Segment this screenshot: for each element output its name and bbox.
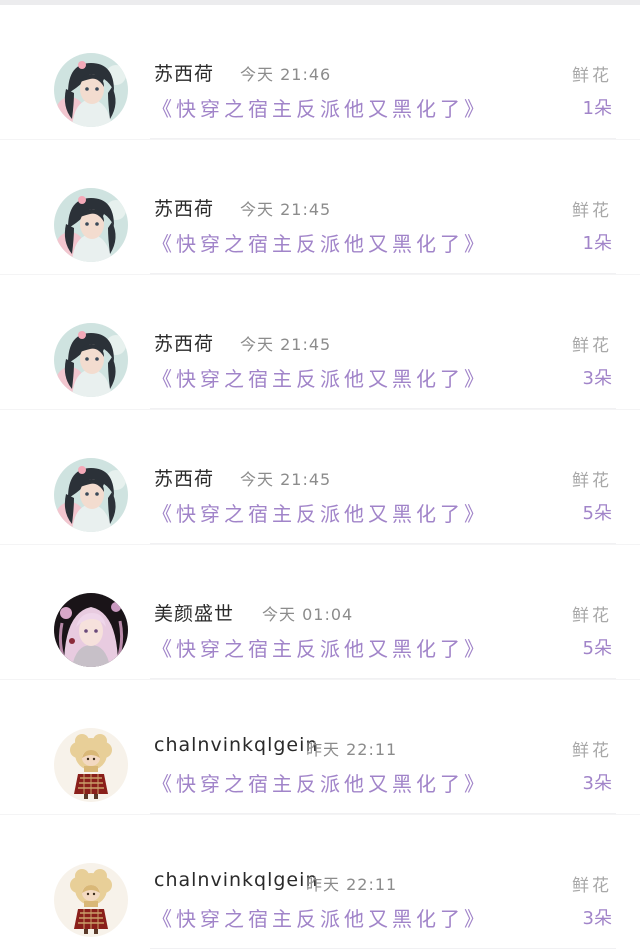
anime-girl-dark-hair-avatar-icon (54, 458, 128, 532)
book-title[interactable]: 《快穿之宿主反派他又黑化了》 (152, 228, 488, 257)
book-title[interactable]: 《快穿之宿主反派他又黑化了》 (152, 768, 488, 797)
gift-record-row[interactable]: 苏西荷 今天 21:45 《快穿之宿主反派他又黑化了》 鲜花 5朵 (0, 410, 640, 544)
timestamp: 今天 01:04 (262, 605, 354, 624)
curly-hair-girl-avatar-icon (54, 863, 128, 937)
user-avatar[interactable] (54, 458, 128, 532)
book-title[interactable]: 《快穿之宿主反派他又黑化了》 (152, 498, 488, 527)
book-title[interactable]: 《快穿之宿主反派他又黑化了》 (152, 363, 488, 392)
gift-count: 3朵 (582, 368, 612, 389)
book-title[interactable]: 《快穿之宿主反派他又黑化了》 (152, 903, 488, 932)
gift-type-label: 鲜花 (572, 876, 612, 896)
username[interactable]: chalnvinkqlgein (154, 869, 318, 891)
curly-hair-girl-avatar-icon (54, 728, 128, 802)
anime-girl-pink-hair-avatar-icon (54, 593, 128, 667)
username[interactable]: 苏西荷 (154, 59, 214, 86)
user-avatar[interactable] (54, 323, 128, 397)
gift-type-label: 鲜花 (572, 336, 612, 356)
gift-record-row[interactable]: chalnvinkqlgein 昨天 22:11 《快穿之宿主反派他又黑化了》 … (0, 680, 640, 814)
gift-record-list: 苏西荷 今天 21:46 《快穿之宿主反派他又黑化了》 鲜花 1朵 苏西荷 今天… (0, 0, 640, 949)
gift-record-row[interactable]: 苏西荷 今天 21:45 《快穿之宿主反派他又黑化了》 鲜花 1朵 (0, 140, 640, 274)
gift-type-label: 鲜花 (572, 471, 612, 491)
gift-record-row[interactable]: 苏西荷 今天 21:45 《快穿之宿主反派他又黑化了》 鲜花 3朵 (0, 275, 640, 409)
user-avatar[interactable] (54, 593, 128, 667)
timestamp: 今天 21:45 (240, 335, 332, 354)
user-avatar[interactable] (54, 863, 128, 937)
timestamp: 今天 21:45 (240, 200, 332, 219)
anime-girl-dark-hair-avatar-icon (54, 323, 128, 397)
gift-count: 3朵 (582, 908, 612, 929)
username[interactable]: chalnvinkqlgein (154, 734, 318, 756)
timestamp: 今天 21:46 (240, 65, 332, 84)
username[interactable]: 苏西荷 (154, 329, 214, 356)
gift-count: 5朵 (582, 638, 612, 659)
gift-count: 1朵 (582, 233, 612, 254)
gift-type-label: 鲜花 (572, 741, 612, 761)
user-avatar[interactable] (54, 188, 128, 262)
username[interactable]: 苏西荷 (154, 194, 214, 221)
user-avatar[interactable] (54, 53, 128, 127)
username[interactable]: 美颜盛世 (154, 599, 234, 626)
gift-type-label: 鲜花 (572, 606, 612, 626)
anime-girl-dark-hair-avatar-icon (54, 53, 128, 127)
timestamp: 今天 21:45 (240, 470, 332, 489)
gift-count: 5朵 (582, 503, 612, 524)
gift-type-label: 鲜花 (572, 201, 612, 221)
username[interactable]: 苏西荷 (154, 464, 214, 491)
gift-record-row[interactable]: 美颜盛世 今天 01:04 《快穿之宿主反派他又黑化了》 鲜花 5朵 (0, 545, 640, 679)
user-avatar[interactable] (54, 728, 128, 802)
gift-count: 3朵 (582, 773, 612, 794)
book-title[interactable]: 《快穿之宿主反派他又黑化了》 (152, 633, 488, 662)
gift-record-row[interactable]: chalnvinkqlgein 昨天 22:11 《快穿之宿主反派他又黑化了》 … (0, 815, 640, 949)
book-title[interactable]: 《快穿之宿主反派他又黑化了》 (152, 93, 488, 122)
timestamp: 昨天 22:11 (306, 875, 398, 894)
anime-girl-dark-hair-avatar-icon (54, 188, 128, 262)
timestamp: 昨天 22:11 (306, 740, 398, 759)
gift-count: 1朵 (582, 98, 612, 119)
gift-record-row[interactable]: 苏西荷 今天 21:46 《快穿之宿主反派他又黑化了》 鲜花 1朵 (0, 5, 640, 139)
gift-type-label: 鲜花 (572, 66, 612, 86)
